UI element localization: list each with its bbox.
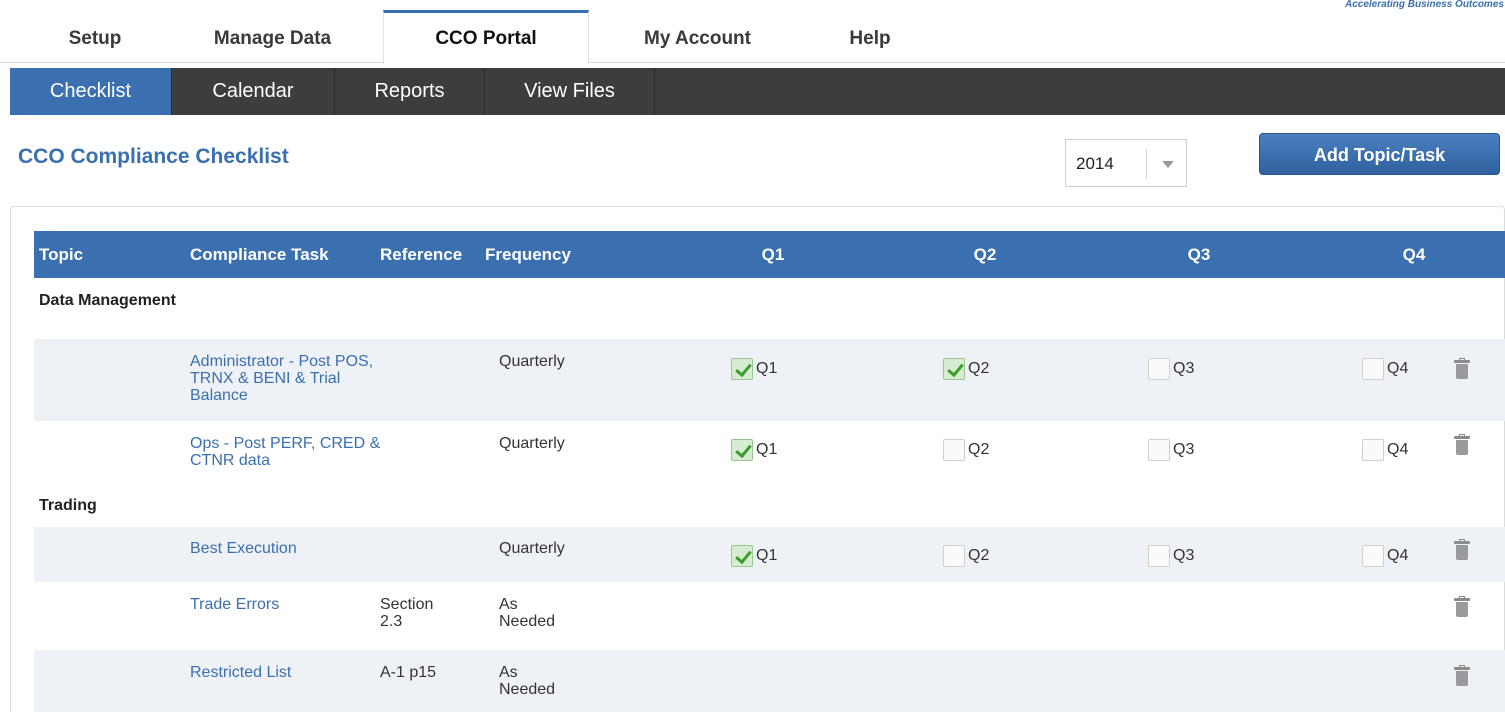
table-row: Restricted List A-1 p15 As Needed [34,650,1505,712]
q2-label: Q2 [968,547,990,564]
frequency-value: Quarterly [499,435,565,452]
tab-help[interactable]: Help [825,10,915,64]
q4-label: Q4 [1387,441,1409,458]
tab-my-account[interactable]: My Account [615,10,780,64]
frequency-value: As Needed [499,664,556,698]
col-q4: Q4 [1402,245,1426,264]
trash-icon[interactable] [1454,539,1470,561]
q4-label: Q4 [1387,360,1409,377]
col-frequency: Frequency [485,245,571,264]
checkbox-checked-icon [943,358,965,380]
trash-icon[interactable] [1454,665,1470,687]
col-q2: Q2 [973,245,997,264]
reference-value: A-1 p15 [380,664,437,681]
chevron-down-icon [1162,161,1174,168]
col-q1: Q1 [761,245,785,264]
q1-checkbox[interactable]: Q1 [731,439,777,461]
task-link[interactable]: Restricted List [190,664,370,681]
table-row: Ops - Post PERF, CRED & CTNR data Quarte… [34,421,1505,484]
tab-manage-data[interactable]: Manage Data [185,10,360,64]
q1-checkbox[interactable]: Q1 [731,358,777,380]
q2-label: Q2 [968,441,990,458]
checkbox-icon [1362,439,1384,461]
q3-label: Q3 [1173,547,1195,564]
subtab-calendar[interactable]: Calendar [172,68,335,115]
q3-checkbox[interactable]: Q3 [1148,545,1194,567]
col-reference: Reference [380,245,463,264]
checkbox-icon [1148,545,1170,567]
checkbox-icon [1362,545,1384,567]
group-row: Data Management [34,278,1505,339]
subtab-checklist[interactable]: Checklist [10,68,172,115]
q4-label: Q4 [1387,547,1409,564]
table-header: Topic Compliance Task Reference Frequenc… [34,231,1505,278]
year-value: 2014 [1076,154,1114,173]
q3-checkbox[interactable]: Q3 [1148,439,1194,461]
q1-label: Q1 [756,360,778,377]
col-q3: Q3 [1187,245,1211,264]
tab-setup[interactable]: Setup [40,10,150,64]
q4-checkbox[interactable]: Q4 [1362,439,1408,461]
q1-label: Q1 [756,547,778,564]
col-topic: Topic [39,245,84,264]
frequency-value: As Needed [499,596,556,630]
q2-label: Q2 [968,360,990,377]
q4-checkbox[interactable]: Q4 [1362,358,1408,380]
frequency-value: Quarterly [499,353,565,370]
task-link[interactable]: Ops - Post PERF, CRED & CTNR data [190,435,390,469]
trash-icon[interactable] [1454,596,1470,618]
q2-checkbox[interactable]: Q2 [943,358,989,380]
q2-checkbox[interactable]: Q2 [943,439,989,461]
top-nav: Setup Manage Data CCO Portal My Account … [0,0,1505,64]
page-title: CCO Compliance Checklist [18,145,289,168]
tab-cco-portal[interactable]: CCO Portal [383,10,589,64]
q1-checkbox[interactable]: Q1 [731,545,777,567]
frequency-value: Quarterly [499,540,565,557]
task-link[interactable]: Trade Errors [190,596,370,613]
q3-checkbox[interactable]: Q3 [1148,358,1194,380]
task-link[interactable]: Administrator - Post POS, TRNX & BENI & … [190,353,390,404]
trash-icon[interactable] [1454,434,1470,456]
year-select[interactable]: 2014 [1065,139,1187,187]
col-task: Compliance Task [190,245,329,264]
table-row: Best Execution Quarterly Q1 Q2 Q3 Q4 [34,527,1505,582]
checkbox-icon [1148,439,1170,461]
topic-label: Data Management [39,292,176,309]
subtab-view-files[interactable]: View Files [485,68,655,115]
task-link[interactable]: Best Execution [190,540,390,557]
checkbox-icon [943,439,965,461]
select-divider [1146,150,1147,178]
topic-label: Trading [39,497,97,514]
checkbox-icon [1148,358,1170,380]
checkbox-icon [1362,358,1384,380]
q2-checkbox[interactable]: Q2 [943,545,989,567]
subtab-reports[interactable]: Reports [335,68,485,115]
checkbox-checked-icon [731,439,753,461]
q1-label: Q1 [756,441,778,458]
checkbox-icon [943,545,965,567]
add-topic-task-button[interactable]: Add Topic/Task [1259,133,1500,175]
table-row: Trade Errors Section 2.3 As Needed [34,582,1505,650]
checkbox-checked-icon [731,358,753,380]
table-row: Administrator - Post POS, TRNX & BENI & … [34,339,1505,421]
checkbox-checked-icon [731,545,753,567]
q3-label: Q3 [1173,441,1195,458]
q3-label: Q3 [1173,360,1195,377]
reference-value: Section 2.3 [380,596,434,630]
trash-icon[interactable] [1454,358,1470,380]
sub-nav: Checklist Calendar Reports View Files [10,68,1505,115]
q4-checkbox[interactable]: Q4 [1362,545,1408,567]
group-row: Trading [34,484,1505,527]
